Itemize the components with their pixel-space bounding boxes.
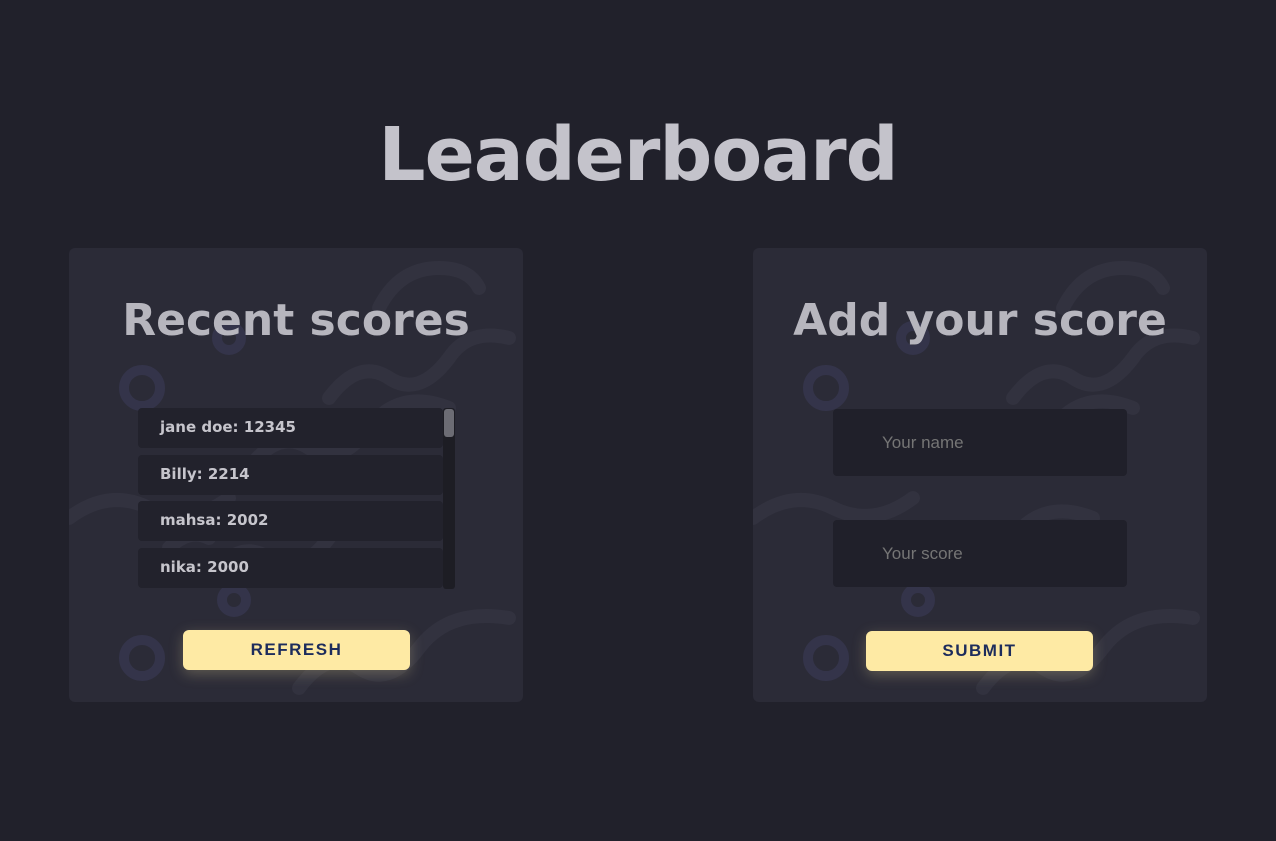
score-list-scrollbar[interactable] xyxy=(443,408,455,589)
score-input[interactable] xyxy=(833,520,1127,587)
score-item: nika: 2000 xyxy=(138,548,443,588)
score-item: jane doe: 12345 xyxy=(138,408,443,448)
add-score-heading: Add your score xyxy=(793,295,1167,346)
scrollbar-thumb[interactable] xyxy=(444,409,454,437)
score-item: Billy: 2214 xyxy=(138,455,443,495)
recent-scores-heading: Recent scores xyxy=(122,295,470,346)
page-title: Leaderboard xyxy=(378,112,898,198)
score-item: mahsa: 2002 xyxy=(138,501,443,541)
recent-scores-panel: Recent scores jane doe: 12345 Billy: 221… xyxy=(69,248,523,702)
score-list[interactable]: jane doe: 12345 Billy: 2214 mahsa: 2002 … xyxy=(138,408,455,589)
submit-button[interactable]: SUBMIT xyxy=(866,631,1093,671)
refresh-button[interactable]: REFRESH xyxy=(183,630,410,670)
add-score-panel: Add your score SUBMIT xyxy=(753,248,1207,702)
name-input[interactable] xyxy=(833,409,1127,476)
